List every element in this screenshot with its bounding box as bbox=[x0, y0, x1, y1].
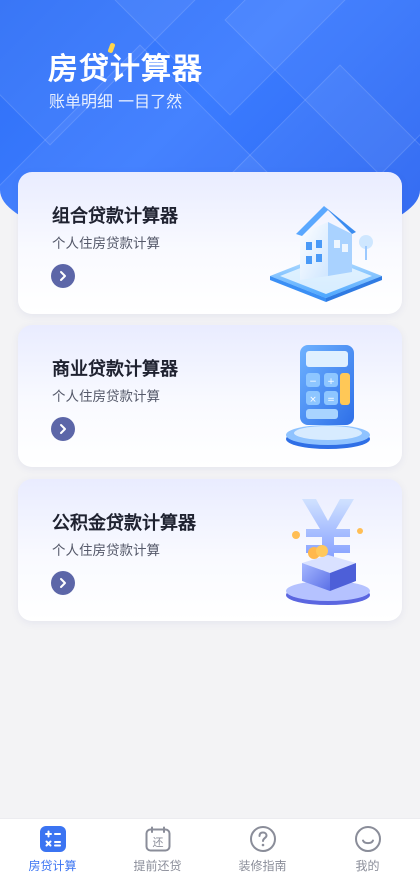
house-icon bbox=[270, 206, 382, 302]
calculator-tab-icon bbox=[39, 826, 66, 852]
card-title: 组合贷款计算器 bbox=[52, 206, 178, 227]
tab-label: 装修指南 bbox=[238, 859, 287, 873]
tab-renovation-guide[interactable]: 装修指南 bbox=[210, 819, 315, 878]
chevron-right-icon bbox=[60, 424, 66, 434]
card-subtitle: 个人住房贷款计算 bbox=[52, 236, 160, 252]
tab-mine[interactable]: 我的 bbox=[315, 819, 420, 878]
svg-text:还: 还 bbox=[152, 836, 163, 849]
question-circle-icon bbox=[249, 826, 276, 852]
page-subtitle: 账单明细 一目了然 bbox=[49, 92, 183, 111]
arrow-right-button[interactable] bbox=[51, 417, 75, 441]
card-provident-fund-loan[interactable]: 公积金贷款计算器 个人住房贷款计算 bbox=[18, 479, 402, 621]
card-subtitle: 个人住房贷款计算 bbox=[52, 389, 160, 405]
yuan-coin-icon bbox=[286, 499, 370, 605]
tab-label: 我的 bbox=[355, 859, 380, 873]
smile-face-icon bbox=[354, 826, 381, 852]
card-combined-loan[interactable]: 组合贷款计算器 个人住房贷款计算 bbox=[18, 172, 402, 314]
bottom-tab-bar: 房贷计算 还 提前还贷 装修指南 我的 bbox=[0, 818, 420, 878]
calendar-repay-icon: 还 bbox=[145, 826, 170, 852]
calculator-icon: − + × = bbox=[286, 345, 370, 449]
chevron-right-icon bbox=[60, 578, 66, 588]
svg-text:=: = bbox=[327, 395, 335, 405]
card-subtitle: 个人住房贷款计算 bbox=[52, 543, 160, 559]
chevron-right-icon bbox=[60, 271, 66, 281]
card-commercial-loan[interactable]: 商业贷款计算器 个人住房贷款计算 − + × = bbox=[18, 325, 402, 467]
svg-text:×: × bbox=[309, 395, 317, 405]
svg-text:+: + bbox=[327, 377, 335, 387]
svg-text:−: − bbox=[309, 377, 317, 387]
card-title: 商业贷款计算器 bbox=[52, 359, 178, 380]
arrow-right-button[interactable] bbox=[51, 571, 75, 595]
tab-early-repayment[interactable]: 还 提前还贷 bbox=[105, 819, 210, 878]
tab-label: 房贷计算 bbox=[28, 859, 77, 873]
card-title: 公积金贷款计算器 bbox=[52, 513, 196, 534]
arrow-right-button[interactable] bbox=[51, 264, 75, 288]
tab-label: 提前还贷 bbox=[133, 859, 182, 873]
tab-mortgage-calc[interactable]: 房贷计算 bbox=[0, 819, 105, 878]
page-title: 房贷计算器 bbox=[48, 52, 203, 87]
